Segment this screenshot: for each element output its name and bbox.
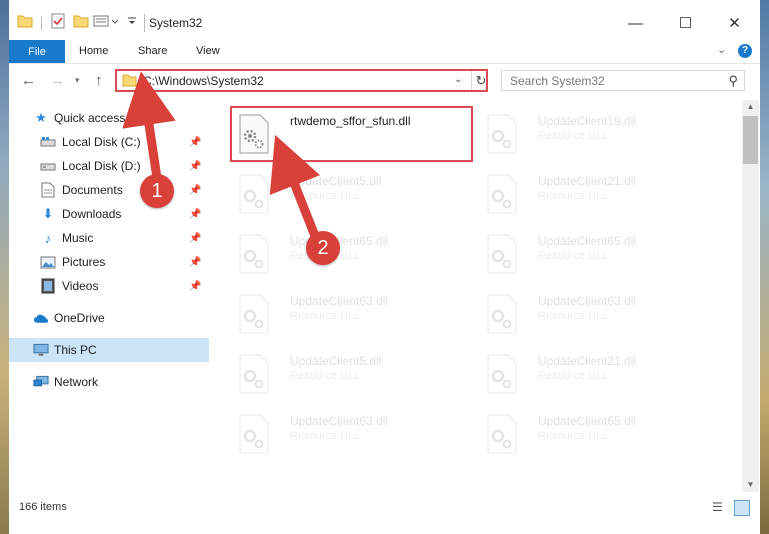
desktop-background-right: [760, 0, 769, 534]
step-2-callout: 2: [306, 231, 340, 265]
desktop-background-left: [0, 0, 9, 534]
arrow-2: [269, 134, 321, 238]
file-explorer-window: System32 — ☐ ✕ File Home Share View ⌄ ? …: [9, 0, 760, 534]
step-1-callout: 1: [140, 174, 174, 208]
annotation-arrows: [122, 71, 321, 238]
arrow-1: [122, 71, 176, 179]
